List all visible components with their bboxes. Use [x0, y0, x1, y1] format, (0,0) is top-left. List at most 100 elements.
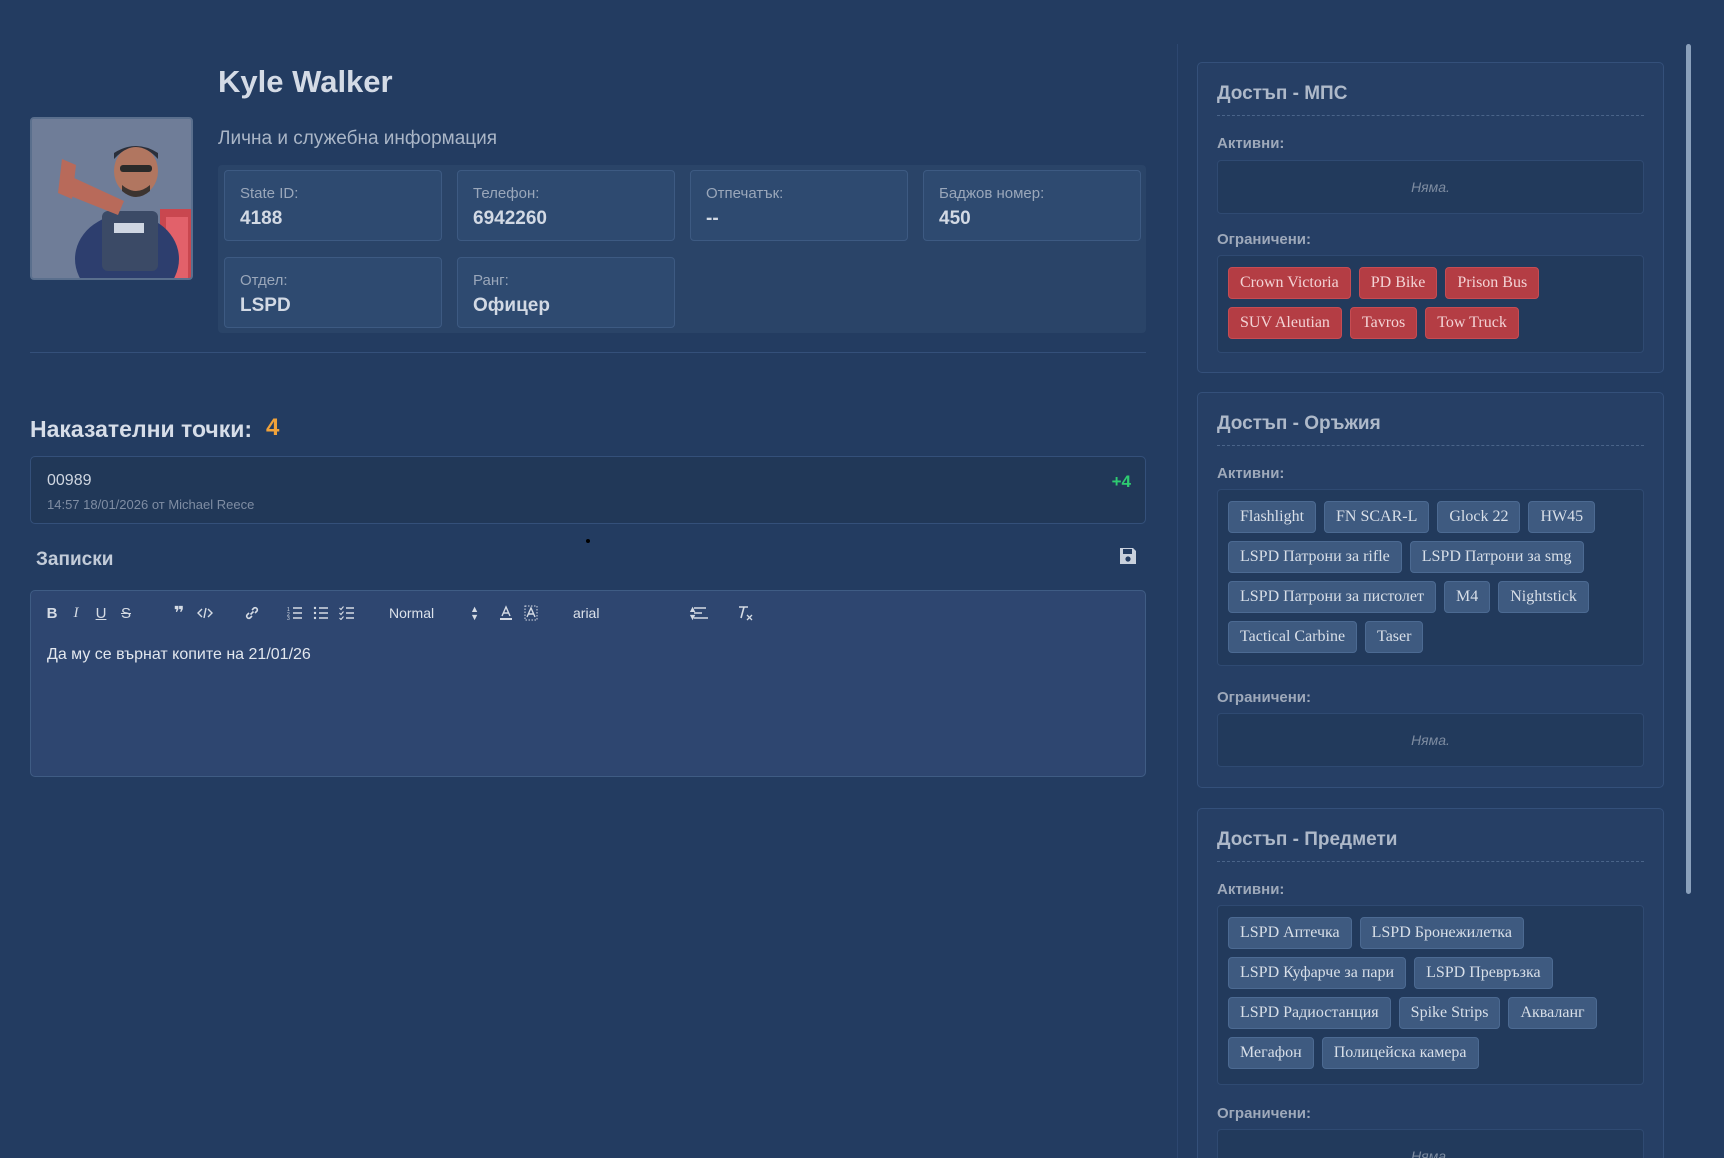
weapon-tag[interactable]: Flashlight: [1228, 501, 1317, 533]
ordered-list-icon[interactable]: 123: [287, 604, 303, 622]
weapon-tag[interactable]: Taser: [1365, 621, 1424, 653]
weapon-tag[interactable]: Glock 22: [1437, 501, 1521, 533]
weapon-restricted-box: Няма.: [1217, 713, 1644, 767]
info-card-rank: Ранг: Офицер: [457, 257, 675, 328]
select-arrows-icon: ▲ ▼: [470, 604, 479, 622]
bullet-list-icon[interactable]: [313, 604, 329, 622]
header-select[interactable]: Normal ▲ ▼: [389, 604, 479, 622]
link-icon[interactable]: [244, 604, 260, 622]
info-value: Офицер: [473, 295, 550, 316]
background-color-icon[interactable]: [523, 604, 539, 622]
checklist-icon[interactable]: [339, 604, 355, 622]
scrollbar[interactable]: [1686, 44, 1691, 894]
blockquote-icon[interactable]: ❞: [171, 603, 187, 623]
vehicle-tag[interactable]: Prison Bus: [1445, 267, 1540, 299]
weapon-tag[interactable]: LSPD Патрони за rifle: [1228, 541, 1402, 573]
save-icon[interactable]: [1118, 546, 1138, 566]
tag-list: Flashlight FN SCAR-L Glock 22 HW45 LSPD …: [1218, 490, 1643, 664]
empty-text: Няма.: [1411, 1148, 1450, 1158]
restricted-label: Ограничени:: [1217, 689, 1312, 706]
code-icon[interactable]: [197, 604, 213, 622]
active-label: Активни:: [1217, 135, 1285, 152]
weapon-active-box: Flashlight FN SCAR-L Glock 22 HW45 LSPD …: [1217, 489, 1644, 666]
tag-list: Crown Victoria PD Bike Prison Bus SUV Al…: [1218, 256, 1643, 350]
panel-title: Достъп - Оръжия: [1217, 413, 1644, 446]
penalty-points-title: Наказателни точки:: [30, 416, 253, 442]
info-card-badge: Баджов номер: 450: [923, 170, 1141, 241]
info-label: State ID:: [240, 185, 299, 202]
penalty-entry-meta: 14:57 18/01/2026 от Michael Reece: [47, 497, 255, 512]
vehicle-access-panel: Достъп - МПС Активни: Няма. Ограничени: …: [1197, 62, 1664, 373]
item-tag[interactable]: Полицейска камера: [1321, 1037, 1479, 1069]
bold-icon[interactable]: B: [45, 604, 59, 622]
info-value: --: [706, 208, 719, 229]
penalty-points-count: 4: [266, 414, 280, 441]
empty-text: Няма.: [1411, 732, 1450, 748]
item-tag[interactable]: LSPD Радиостанция: [1228, 997, 1391, 1029]
restricted-label: Ограничени:: [1217, 231, 1312, 248]
vehicle-tag[interactable]: Tow Truck: [1425, 307, 1519, 339]
profile-subtitle: Лична и служебна информация: [218, 128, 498, 149]
notes-content[interactable]: Да му се върнат копите на 21/01/26: [47, 646, 311, 664]
info-value: 6942260: [473, 208, 547, 229]
text-color-icon[interactable]: [498, 604, 514, 622]
info-value: LSPD: [240, 295, 291, 316]
item-active-box: LSPD Аптечка LSPD Бронежилетка LSPD Куфа…: [1217, 905, 1644, 1085]
panel-title: Достъп - Предмети: [1217, 829, 1644, 862]
item-tag[interactable]: Spike Strips: [1398, 997, 1501, 1029]
section-divider: [30, 352, 1146, 353]
clear-format-icon[interactable]: [736, 604, 754, 622]
item-tag[interactable]: LSPD Куфарче за пари: [1228, 957, 1407, 989]
svg-text:3: 3: [287, 616, 290, 620]
weapon-tag[interactable]: HW45: [1528, 501, 1596, 533]
info-card-phone: Телефон: 6942260: [457, 170, 675, 241]
weapon-tag[interactable]: Nightstick: [1498, 581, 1589, 613]
weapon-access-panel: Достъп - Оръжия Активни: Flashlight FN S…: [1197, 392, 1664, 788]
editor-toolbar: B I U S ❞ 123 Normal ▲ ▼ arial ▲ ▼: [31, 591, 1145, 633]
info-card-department: Отдел: LSPD: [224, 257, 442, 328]
vehicle-tag[interactable]: Crown Victoria: [1228, 267, 1351, 299]
font-select[interactable]: arial ▲ ▼: [573, 604, 697, 622]
active-label: Активни:: [1217, 465, 1285, 482]
cursor-dot: [586, 539, 590, 543]
info-label: Отпечатък:: [706, 185, 784, 202]
column-divider: [1177, 44, 1178, 1158]
item-tag[interactable]: LSPD Аптечка: [1228, 917, 1352, 949]
info-label: Телефон:: [473, 185, 540, 202]
notes-editor[interactable]: B I U S ❞ 123 Normal ▲ ▼ arial ▲ ▼ Да му…: [30, 590, 1146, 777]
info-label: Баджов номер:: [939, 185, 1045, 202]
info-card-fingerprint: Отпечатък: --: [690, 170, 908, 241]
info-label: Отдел:: [240, 272, 288, 289]
info-label: Ранг:: [473, 272, 509, 289]
item-tag[interactable]: LSPD Превръзка: [1414, 957, 1553, 989]
item-tag[interactable]: Акваланг: [1508, 997, 1597, 1029]
tag-list: LSPD Аптечка LSPD Бронежилетка LSPD Куфа…: [1218, 906, 1643, 1080]
info-value: 4188: [240, 208, 283, 229]
weapon-tag[interactable]: LSPD Патрони за пистолет: [1228, 581, 1436, 613]
vehicle-tag[interactable]: Tavros: [1349, 307, 1418, 339]
weapon-tag[interactable]: Tactical Carbine: [1228, 621, 1358, 653]
restricted-label: Ограничени:: [1217, 1105, 1312, 1122]
notes-title: Записки: [36, 549, 114, 570]
item-tag[interactable]: LSPD Бронежилетка: [1359, 917, 1524, 949]
header-select-value: Normal: [389, 605, 435, 621]
item-access-panel: Достъп - Предмети Активни: LSPD Аптечка …: [1197, 808, 1664, 1158]
italic-icon[interactable]: I: [69, 604, 83, 622]
item-tag[interactable]: Мегафон: [1228, 1037, 1314, 1069]
weapon-tag[interactable]: M4: [1443, 581, 1491, 613]
align-left-icon[interactable]: [693, 604, 709, 622]
penalty-entry[interactable]: 00989 14:57 18/01/2026 от Michael Reece …: [30, 456, 1146, 524]
empty-text: Няма.: [1411, 179, 1450, 195]
strikethrough-icon[interactable]: S: [119, 604, 133, 622]
item-restricted-box: Няма.: [1217, 1129, 1644, 1158]
officer-avatar: [30, 117, 193, 280]
underline-icon[interactable]: U: [94, 604, 108, 622]
vehicle-tag[interactable]: PD Bike: [1358, 267, 1438, 299]
profile-section: Kyle Walker Лична и служебна информация …: [30, 0, 1146, 1158]
info-panel: State ID: 4188 Телефон: 6942260 Отпечатъ…: [218, 165, 1146, 333]
weapon-tag[interactable]: FN SCAR-L: [1324, 501, 1430, 533]
vehicle-tag[interactable]: SUV Aleutian: [1228, 307, 1342, 339]
active-label: Активни:: [1217, 881, 1285, 898]
panel-title: Достъп - МПС: [1217, 83, 1644, 116]
weapon-tag[interactable]: LSPD Патрони за smg: [1409, 541, 1584, 573]
